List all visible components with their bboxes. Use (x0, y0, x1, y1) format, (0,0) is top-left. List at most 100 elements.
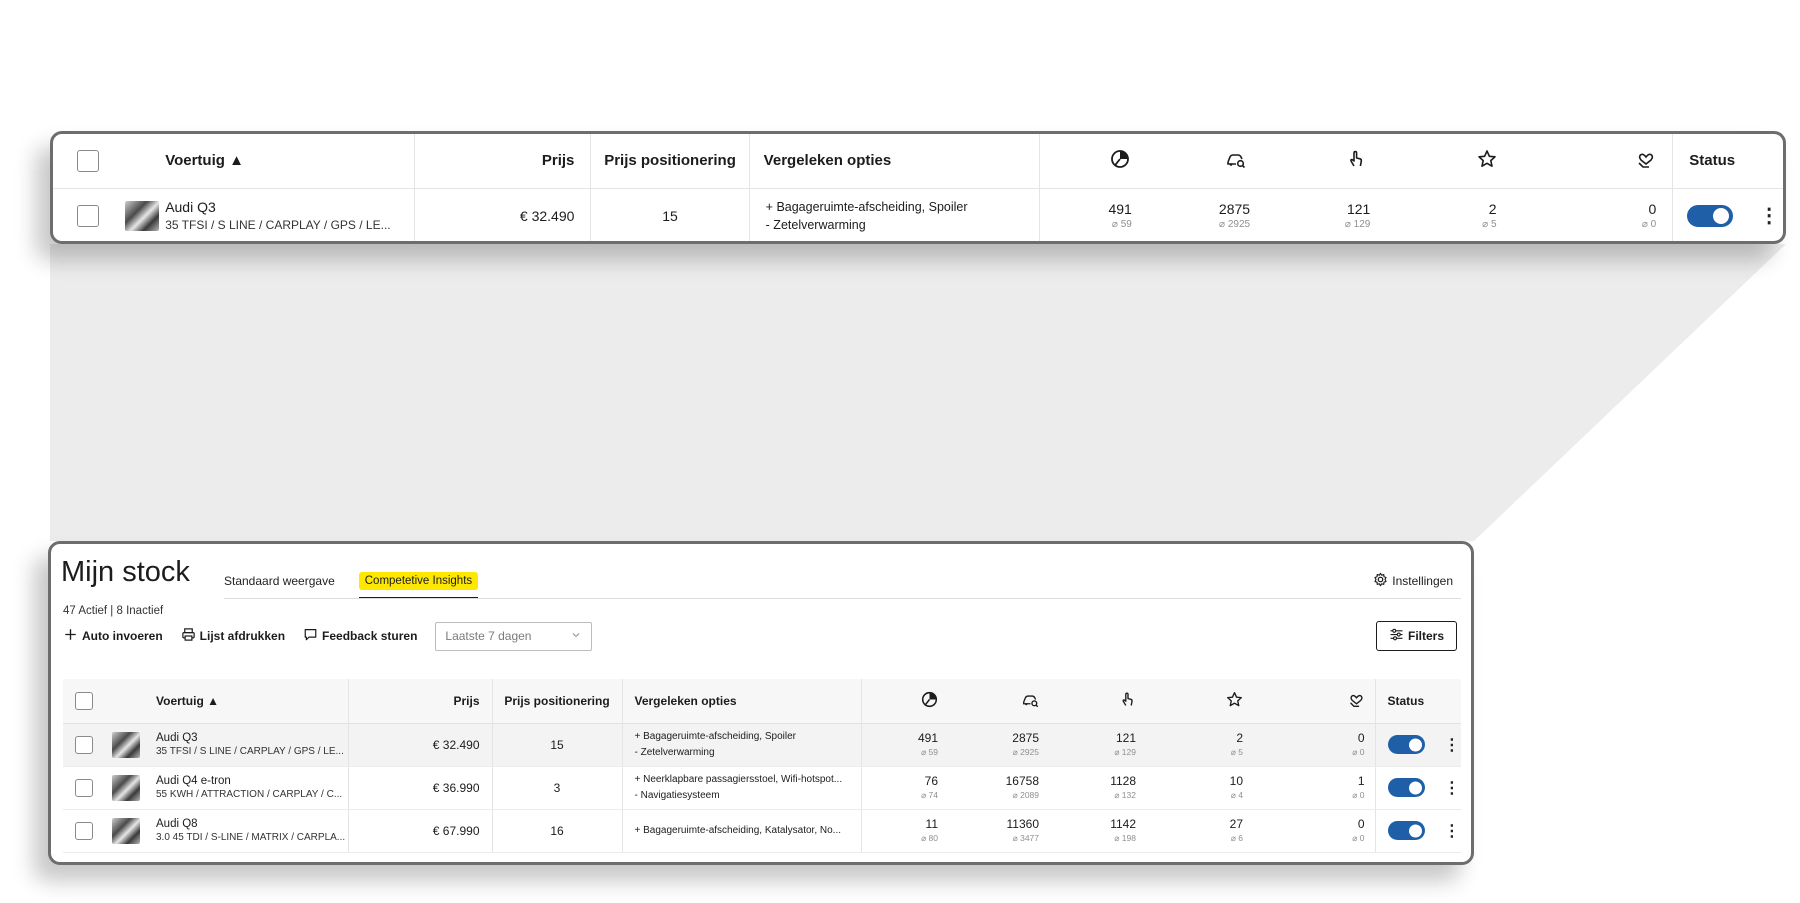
more-options-icon[interactable]: ⋮ (1759, 203, 1779, 228)
metric-value: 2 (1236, 731, 1243, 745)
filters-button[interactable]: Filters (1376, 621, 1457, 651)
column-positioning[interactable]: Prijs positionering (590, 134, 750, 189)
add-car-button[interactable]: Auto invoeren (63, 627, 163, 645)
stock-toolbar: Auto invoeren Lijst afdrukken Feedback s… (63, 619, 1457, 653)
more-options-icon[interactable]: ⋮ (1444, 735, 1460, 755)
status-toggle[interactable] (1387, 778, 1425, 797)
column-views (1143, 134, 1281, 189)
metric-value: 16758 (1005, 774, 1039, 788)
views-cell: 2875 ⌀ 2925 (1144, 188, 1280, 241)
stock-table-wrap: Voertuig ▲ Prijs Prijs positionering Ver… (63, 679, 1461, 853)
row-checkbox[interactable] (75, 821, 93, 840)
positioning-cell: 16 (492, 809, 623, 853)
filters-label: Filters (1407, 629, 1444, 643)
metric-average: ⌀ 2925 (1219, 219, 1251, 231)
add-car-label: Auto invoeren (82, 629, 163, 643)
metric-average: ⌀ 5 (1482, 219, 1497, 231)
column-options[interactable]: Vergeleken opties (622, 679, 862, 724)
zoomed-stock-table: Voertuig ▲ Prijs Prijs positionering Ver… (53, 134, 1783, 241)
select-all-checkbox[interactable] (75, 691, 93, 710)
column-options[interactable]: Vergeleken opties (749, 134, 1041, 189)
car-search-icon (1022, 695, 1039, 711)
metric-average: ⌀ 0 (1641, 219, 1657, 231)
row-checkbox[interactable] (75, 735, 93, 754)
column-price[interactable]: Prijs (348, 679, 493, 724)
settings-link[interactable]: Instellingen (1373, 572, 1453, 590)
vehicle-description: 35 TFSI / S LINE / CARPLAY / GPS / LE... (165, 218, 391, 233)
row-checkbox[interactable] (77, 204, 99, 227)
metric-average: ⌀ 5 (1230, 747, 1243, 757)
column-positioning[interactable]: Prijs positionering (492, 679, 623, 724)
pie-chart-icon (1110, 149, 1130, 173)
heart-hand-icon (1348, 694, 1365, 711)
metric-average: ⌀ 0 (1352, 790, 1365, 800)
metric-average: ⌀ 2089 (1012, 790, 1039, 800)
more-options-icon[interactable]: ⋮ (1444, 778, 1460, 798)
status-toggle[interactable] (1687, 204, 1734, 227)
views-cell: 2875 ⌀ 2925 (956, 723, 1059, 767)
price-cell: € 67.990 (348, 809, 493, 853)
plus-icon (63, 627, 82, 645)
vehicle-name[interactable]: Audi Q4 e-tron (156, 775, 347, 787)
metric-value: 76 (924, 774, 938, 788)
select-all-checkbox[interactable] (77, 149, 99, 172)
price-cell: € 32.490 (348, 723, 493, 767)
metric-average: ⌀ 198 (1114, 833, 1136, 843)
column-clicks (1280, 134, 1417, 189)
print-list-label: Lijst afdrukken (199, 629, 286, 643)
print-list-button[interactable]: Lijst afdrukken (181, 627, 285, 645)
speech-bubble-icon (303, 627, 322, 645)
leads-cell: 0 ⌀ 0 (1544, 188, 1674, 241)
tab-standard-view[interactable]: Standaard weergave (224, 574, 335, 588)
leads-cell: 0 ⌀ 0 (1275, 723, 1376, 767)
tab-competitive-insights[interactable]: Competetive Insights (358, 572, 479, 599)
metric-value: 0 (1357, 731, 1365, 745)
pie-chart-icon (921, 691, 938, 711)
vehicle-description: 35 TFSI / S LINE / CARPLAY / GPS / LE... (156, 746, 344, 757)
column-vehicle[interactable]: Voertuig ▲ (165, 134, 416, 189)
metric-average: ⌀ 59 (921, 747, 938, 757)
clicks-cell: 1128 ⌀ 132 (1059, 766, 1170, 810)
status-toggle[interactable] (1387, 821, 1425, 840)
positioning-cell: 3 (492, 766, 623, 810)
metric-value: 11360 (1006, 817, 1039, 831)
metric-value: 491 (917, 731, 938, 745)
more-options-icon[interactable]: ⋮ (1444, 821, 1460, 841)
favorites-cell: 2 ⌀ 5 (1170, 723, 1275, 767)
status-toggle[interactable] (1387, 735, 1425, 754)
impressions-cell: 11 ⌀ 80 (861, 809, 956, 853)
column-leads (1275, 679, 1376, 724)
table-row[interactable]: Audi Q3 35 TFSI / S LINE / CARPLAY / GPS… (63, 723, 1461, 767)
metric-average: ⌀ 129 (1114, 747, 1136, 757)
options-minus: - Zetelverwarming (765, 217, 866, 232)
send-feedback-button[interactable]: Feedback sturen (303, 627, 417, 645)
favorites-cell: 2 ⌀ 5 (1416, 188, 1544, 241)
metric-average: ⌀ 129 (1344, 219, 1371, 231)
metric-average: ⌀ 80 (921, 833, 938, 843)
chevron-down-icon (570, 629, 582, 644)
favorites-cell: 10 ⌀ 4 (1170, 766, 1275, 810)
impressions-cell: 491 ⌀ 59 (1040, 188, 1144, 241)
vehicle-description: 3.0 45 TDI / S-LINE / MATRIX / CARPLA... (156, 832, 346, 843)
options-plus: + Bagageruimte-afscheiding, Spoiler (634, 730, 796, 742)
impressions-cell: 76 ⌀ 74 (861, 766, 956, 810)
vehicle-name[interactable]: Audi Q3 (165, 199, 413, 215)
view-tabs: Standaard weergave Competetive Insights (224, 572, 479, 599)
table-row[interactable]: Audi Q8 3.0 45 TDI / S-LINE / MATRIX / C… (63, 809, 1461, 853)
views-cell: 11360 ⌀ 3477 (956, 809, 1059, 853)
column-favorites (1416, 134, 1545, 189)
metric-value: 121 (1346, 201, 1371, 218)
metric-value: 121 (1115, 731, 1136, 745)
vehicle-name[interactable]: Audi Q3 (156, 732, 347, 744)
vehicle-name[interactable]: Audi Q8 (156, 818, 347, 830)
touch-click-icon (1119, 692, 1136, 711)
column-vehicle[interactable]: Voertuig ▲ (156, 679, 349, 724)
stock-table: Voertuig ▲ Prijs Prijs positionering Ver… (63, 679, 1461, 853)
row-checkbox[interactable] (75, 778, 93, 797)
table-row[interactable]: Audi Q4 e-tron 55 KWH / ATTRACTION / CAR… (63, 766, 1461, 810)
column-clicks (1059, 679, 1170, 724)
table-row[interactable]: Audi Q3 35 TFSI / S LINE / CARPLAY / GPS… (53, 188, 1783, 241)
date-range-select[interactable]: Laatste 7 dagen (435, 621, 593, 651)
column-price[interactable]: Prijs (414, 134, 592, 189)
column-status: Status (1375, 679, 1461, 724)
